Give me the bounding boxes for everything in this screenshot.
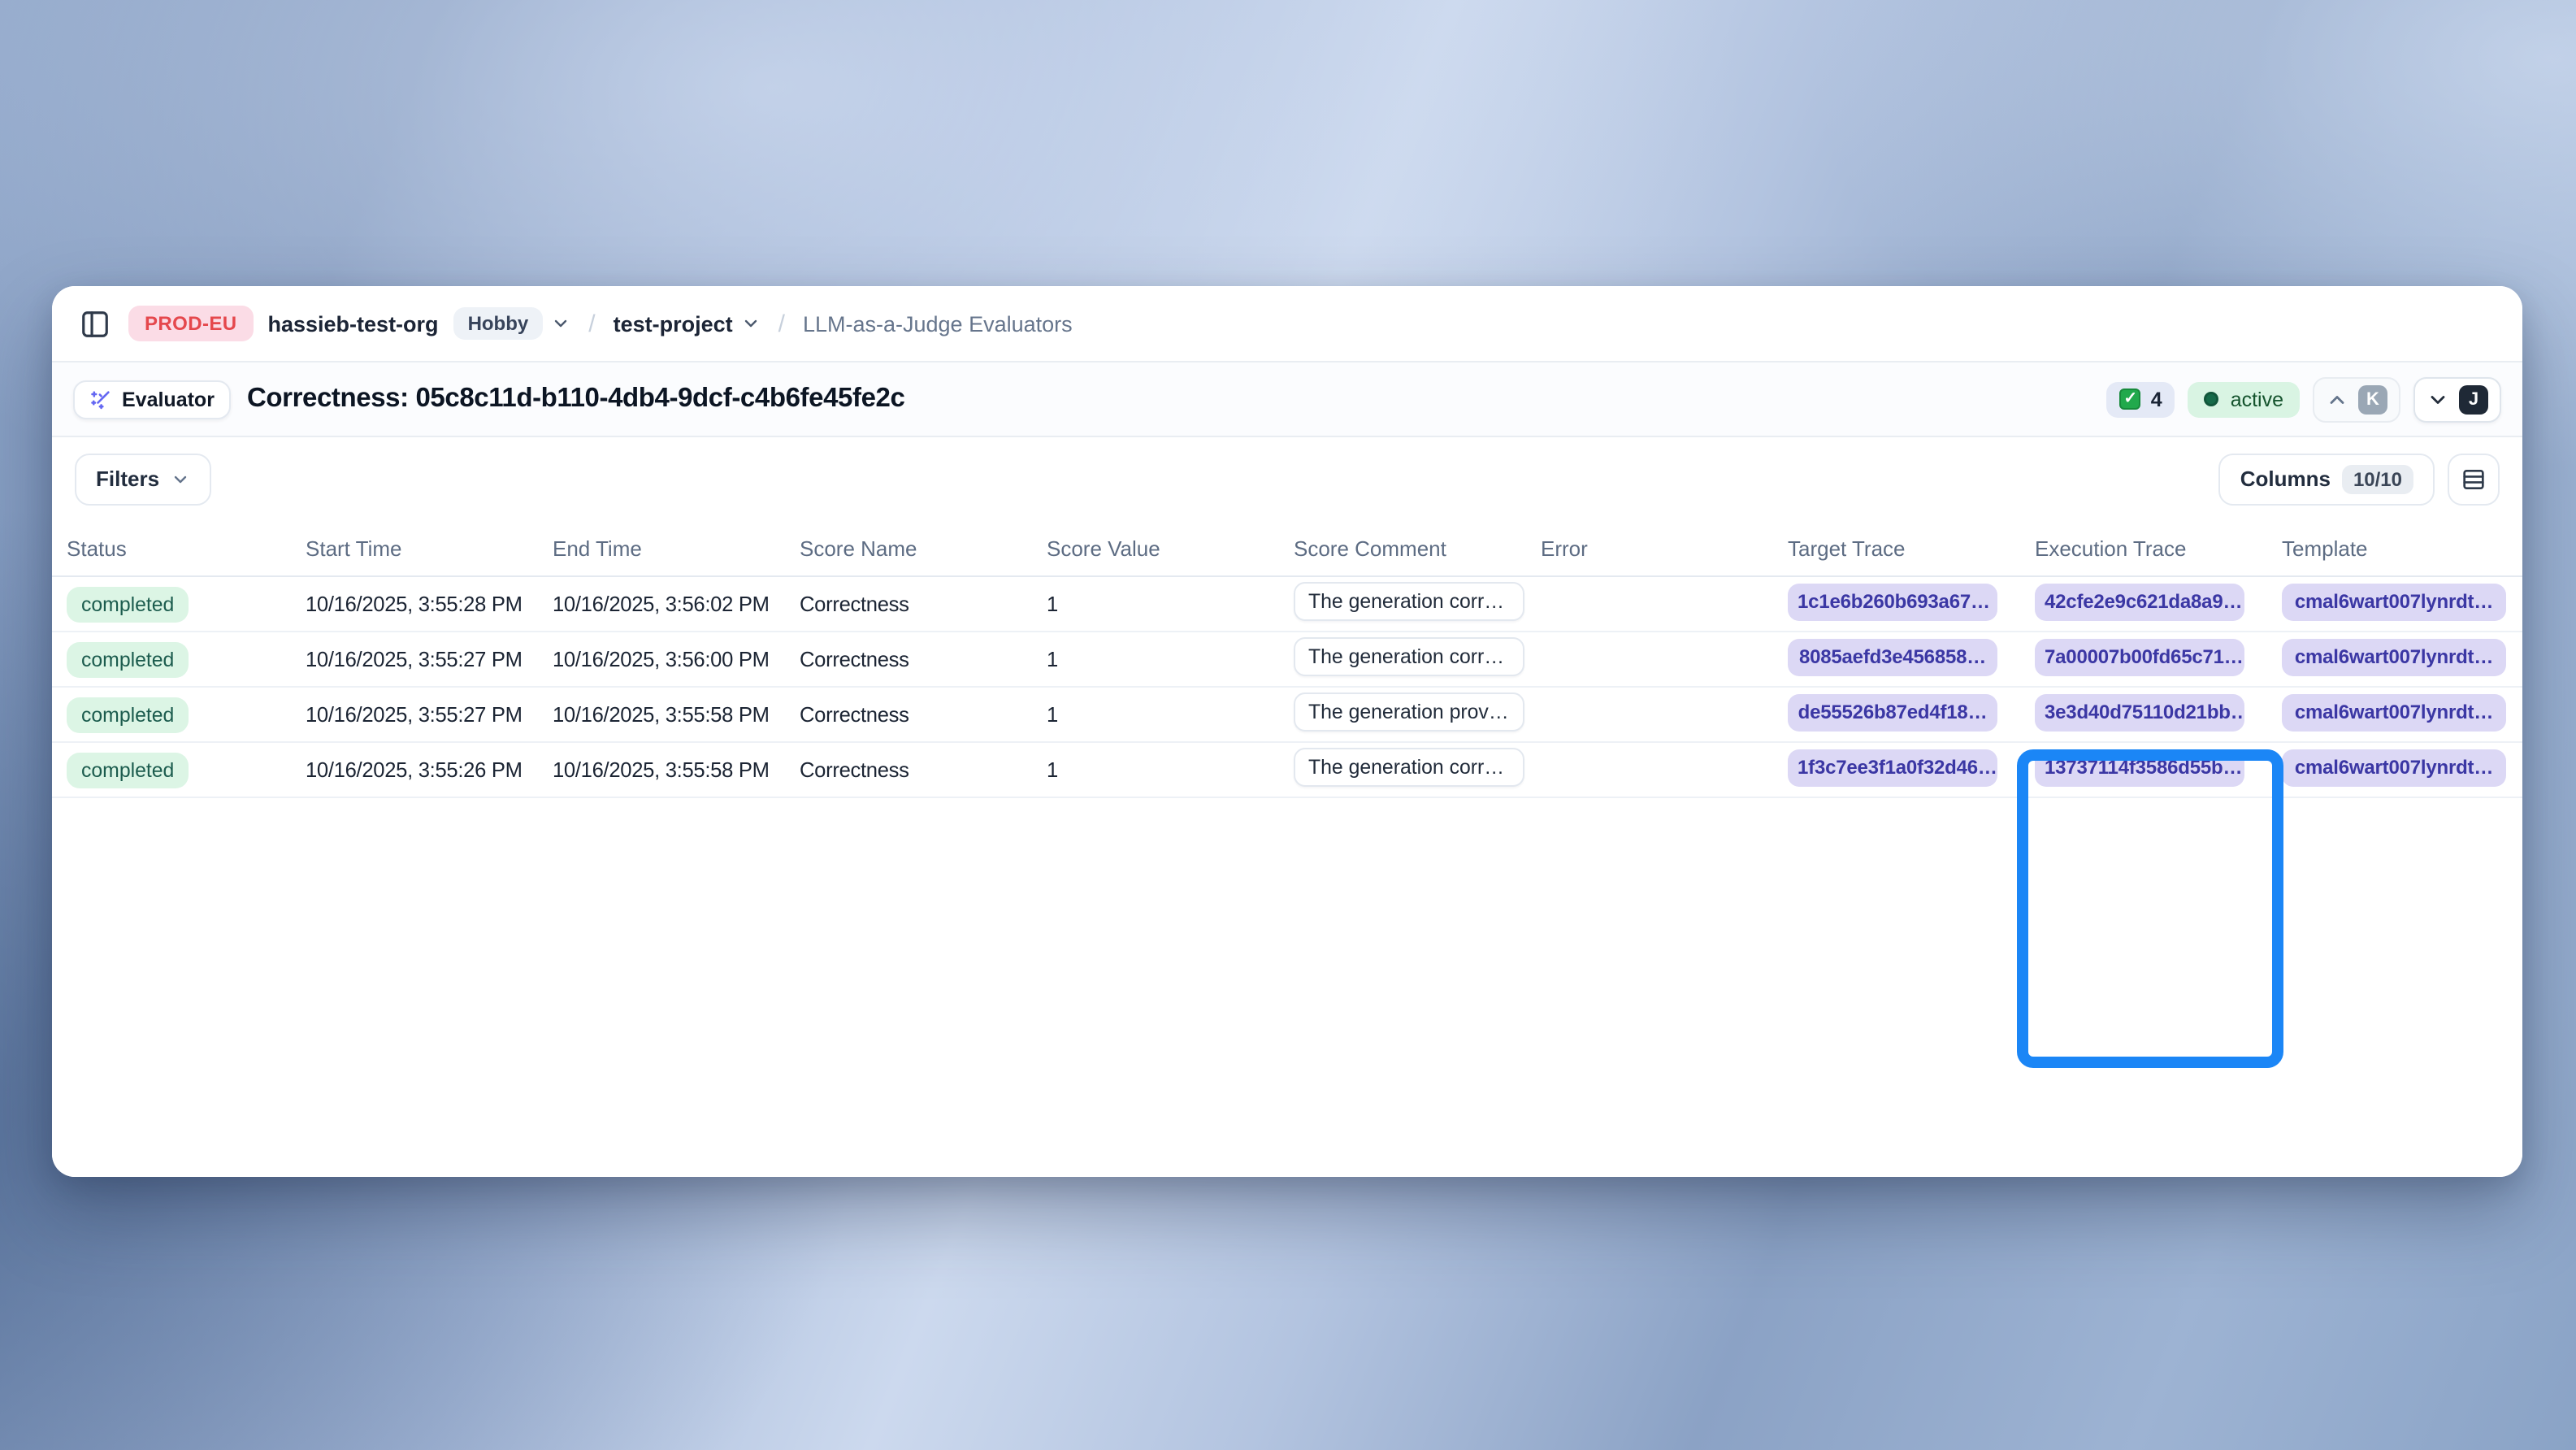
table-body: completed 10/16/2025, 3:55:28 PM 10/16/2… <box>52 577 2522 798</box>
cell-end-time: 10/16/2025, 3:55:58 PM <box>538 758 785 782</box>
breadcrumb: PROD-EU hassieb-test-org Hobby / test-pr… <box>52 286 2522 362</box>
column-header-template[interactable]: Template <box>2267 536 2522 560</box>
status-badge: completed <box>67 586 189 622</box>
project-selector[interactable]: test-project <box>614 311 761 336</box>
status-badge: completed <box>67 752 189 788</box>
previous-record-button[interactable]: K <box>2313 376 2400 422</box>
success-count-badge: ✓ 4 <box>2107 381 2175 417</box>
template-badge[interactable]: cmal6wart007lynrdt… <box>2282 749 2506 786</box>
cell-start-time: 10/16/2025, 3:55:28 PM <box>291 592 538 616</box>
breadcrumb-page: LLM-as-a-Judge Evaluators <box>803 311 1073 336</box>
status-badge: completed <box>67 641 189 677</box>
table-row[interactable]: completed 10/16/2025, 3:55:27 PM 10/16/2… <box>52 688 2522 743</box>
filters-button[interactable]: Filters <box>75 453 211 505</box>
column-header-start-time[interactable]: Start Time <box>291 536 538 560</box>
column-header-end-time[interactable]: End Time <box>538 536 785 560</box>
org-plan-selector[interactable]: Hobby <box>453 307 571 340</box>
cell-score-name: Correctness <box>785 647 1032 671</box>
active-dot-icon <box>2205 392 2219 406</box>
breadcrumb-project: test-project <box>614 311 733 336</box>
template-badge[interactable]: cmal6wart007lynrdt… <box>2282 693 2506 731</box>
cell-score-value: 1 <box>1032 592 1279 616</box>
status-badge: completed <box>67 697 189 732</box>
score-comment-chip[interactable]: The generation corre… <box>1294 637 1524 676</box>
success-count: 4 <box>2151 388 2162 410</box>
chevron-up-icon <box>2326 388 2348 410</box>
breadcrumb-separator: / <box>775 310 788 337</box>
chevron-down-icon <box>2426 388 2449 410</box>
columns-button[interactable]: Columns 10/10 <box>2219 453 2435 505</box>
table-row[interactable]: completed 10/16/2025, 3:55:28 PM 10/16/2… <box>52 577 2522 632</box>
table-header-row: StatusStart TimeEnd TimeScore NameScore … <box>52 520 2522 577</box>
target-trace-badge[interactable]: de55526b87ed4f18… <box>1788 693 1997 731</box>
target-trace-badge[interactable]: 1c1e6b260b693a67… <box>1788 583 1997 620</box>
score-comment-chip[interactable]: The generation corre… <box>1294 582 1524 621</box>
execution-trace-badge[interactable]: 42cfe2e9c621da8a9… <box>2035 583 2244 620</box>
execution-trace-badge[interactable]: 13737114f3586d55b… <box>2035 749 2244 786</box>
score-comment-chip[interactable]: The generation corre… <box>1294 748 1524 787</box>
target-trace-badge[interactable]: 1f3c7ee3f1a0f32d46… <box>1788 749 1997 786</box>
results-table: StatusStart TimeEnd TimeScore NameScore … <box>52 520 2522 1177</box>
status-badge: active <box>2188 381 2300 417</box>
column-header-target-trace[interactable]: Target Trace <box>1773 536 2020 560</box>
template-badge[interactable]: cmal6wart007lynrdt… <box>2282 583 2506 620</box>
target-trace-badge[interactable]: 8085aefd3e456858… <box>1788 638 1997 675</box>
main-panel: PROD-EU hassieb-test-org Hobby / test-pr… <box>52 286 2522 1177</box>
column-header-status[interactable]: Status <box>52 536 291 560</box>
check-icon: ✓ <box>2120 389 2141 410</box>
column-header-score-value[interactable]: Score Value <box>1032 536 1279 560</box>
chevron-down-icon <box>171 469 190 488</box>
plan-badge: Hobby <box>453 307 544 340</box>
cell-start-time: 10/16/2025, 3:55:27 PM <box>291 647 538 671</box>
sidebar-toggle-button[interactable] <box>75 304 114 343</box>
cell-end-time: 10/16/2025, 3:55:58 PM <box>538 702 785 727</box>
page-background: PROD-EU hassieb-test-org Hobby / test-pr… <box>0 0 2576 1450</box>
column-header-execution-trace[interactable]: Execution Trace <box>2020 536 2267 560</box>
template-badge[interactable]: cmal6wart007lynrdt… <box>2282 638 2506 675</box>
cell-score-value: 1 <box>1032 647 1279 671</box>
page-title: Correctness: 05c8c11d-b110-4db4-9dcf-c4b… <box>247 384 905 415</box>
status-label: active <box>2231 388 2283 410</box>
cell-end-time: 10/16/2025, 3:56:02 PM <box>538 592 785 616</box>
columns-count-badge: 10/10 <box>2342 464 2413 493</box>
execution-trace-badge[interactable]: 3e3d40d75110d21bb… <box>2035 693 2244 731</box>
table-toolbar: Filters Columns 10/10 <box>52 437 2522 520</box>
cell-start-time: 10/16/2025, 3:55:26 PM <box>291 758 538 782</box>
evaluator-type-label: Evaluator <box>122 388 215 410</box>
column-header-error[interactable]: Error <box>1526 536 1773 560</box>
chevron-down-icon <box>551 314 570 333</box>
score-comment-chip[interactable]: The generation provi… <box>1294 692 1524 732</box>
column-header-score-comment[interactable]: Score Comment <box>1279 536 1526 560</box>
breadcrumb-separator: / <box>585 310 598 337</box>
execution-trace-badge[interactable]: 7a00007b00fd65c71… <box>2035 638 2244 675</box>
chevron-down-icon <box>741 314 761 333</box>
rows-icon <box>2461 466 2487 492</box>
cell-start-time: 10/16/2025, 3:55:27 PM <box>291 702 538 727</box>
environment-badge: PROD-EU <box>128 306 254 341</box>
kbd-shortcut: K <box>2358 384 2387 414</box>
cell-score-name: Correctness <box>785 758 1032 782</box>
kbd-shortcut: J <box>2459 384 2488 414</box>
cell-end-time: 10/16/2025, 3:56:00 PM <box>538 647 785 671</box>
row-height-button[interactable] <box>2448 453 2500 505</box>
cell-score-value: 1 <box>1032 702 1279 727</box>
table-row[interactable]: completed 10/16/2025, 3:55:27 PM 10/16/2… <box>52 632 2522 688</box>
wand-sparkles-icon <box>89 388 112 410</box>
columns-label: Columns <box>2240 467 2331 491</box>
cell-score-name: Correctness <box>785 592 1032 616</box>
column-header-score-name[interactable]: Score Name <box>785 536 1032 560</box>
next-record-button[interactable]: J <box>2413 376 2501 422</box>
breadcrumb-org[interactable]: hassieb-test-org <box>268 311 439 336</box>
cell-score-value: 1 <box>1032 758 1279 782</box>
panel-left-icon <box>79 308 110 339</box>
cell-score-name: Correctness <box>785 702 1032 727</box>
evaluator-header: Evaluator Correctness: 05c8c11d-b110-4db… <box>52 362 2522 437</box>
evaluator-type-badge: Evaluator <box>73 380 231 419</box>
table-row[interactable]: completed 10/16/2025, 3:55:26 PM 10/16/2… <box>52 743 2522 798</box>
filters-label: Filters <box>96 467 159 491</box>
